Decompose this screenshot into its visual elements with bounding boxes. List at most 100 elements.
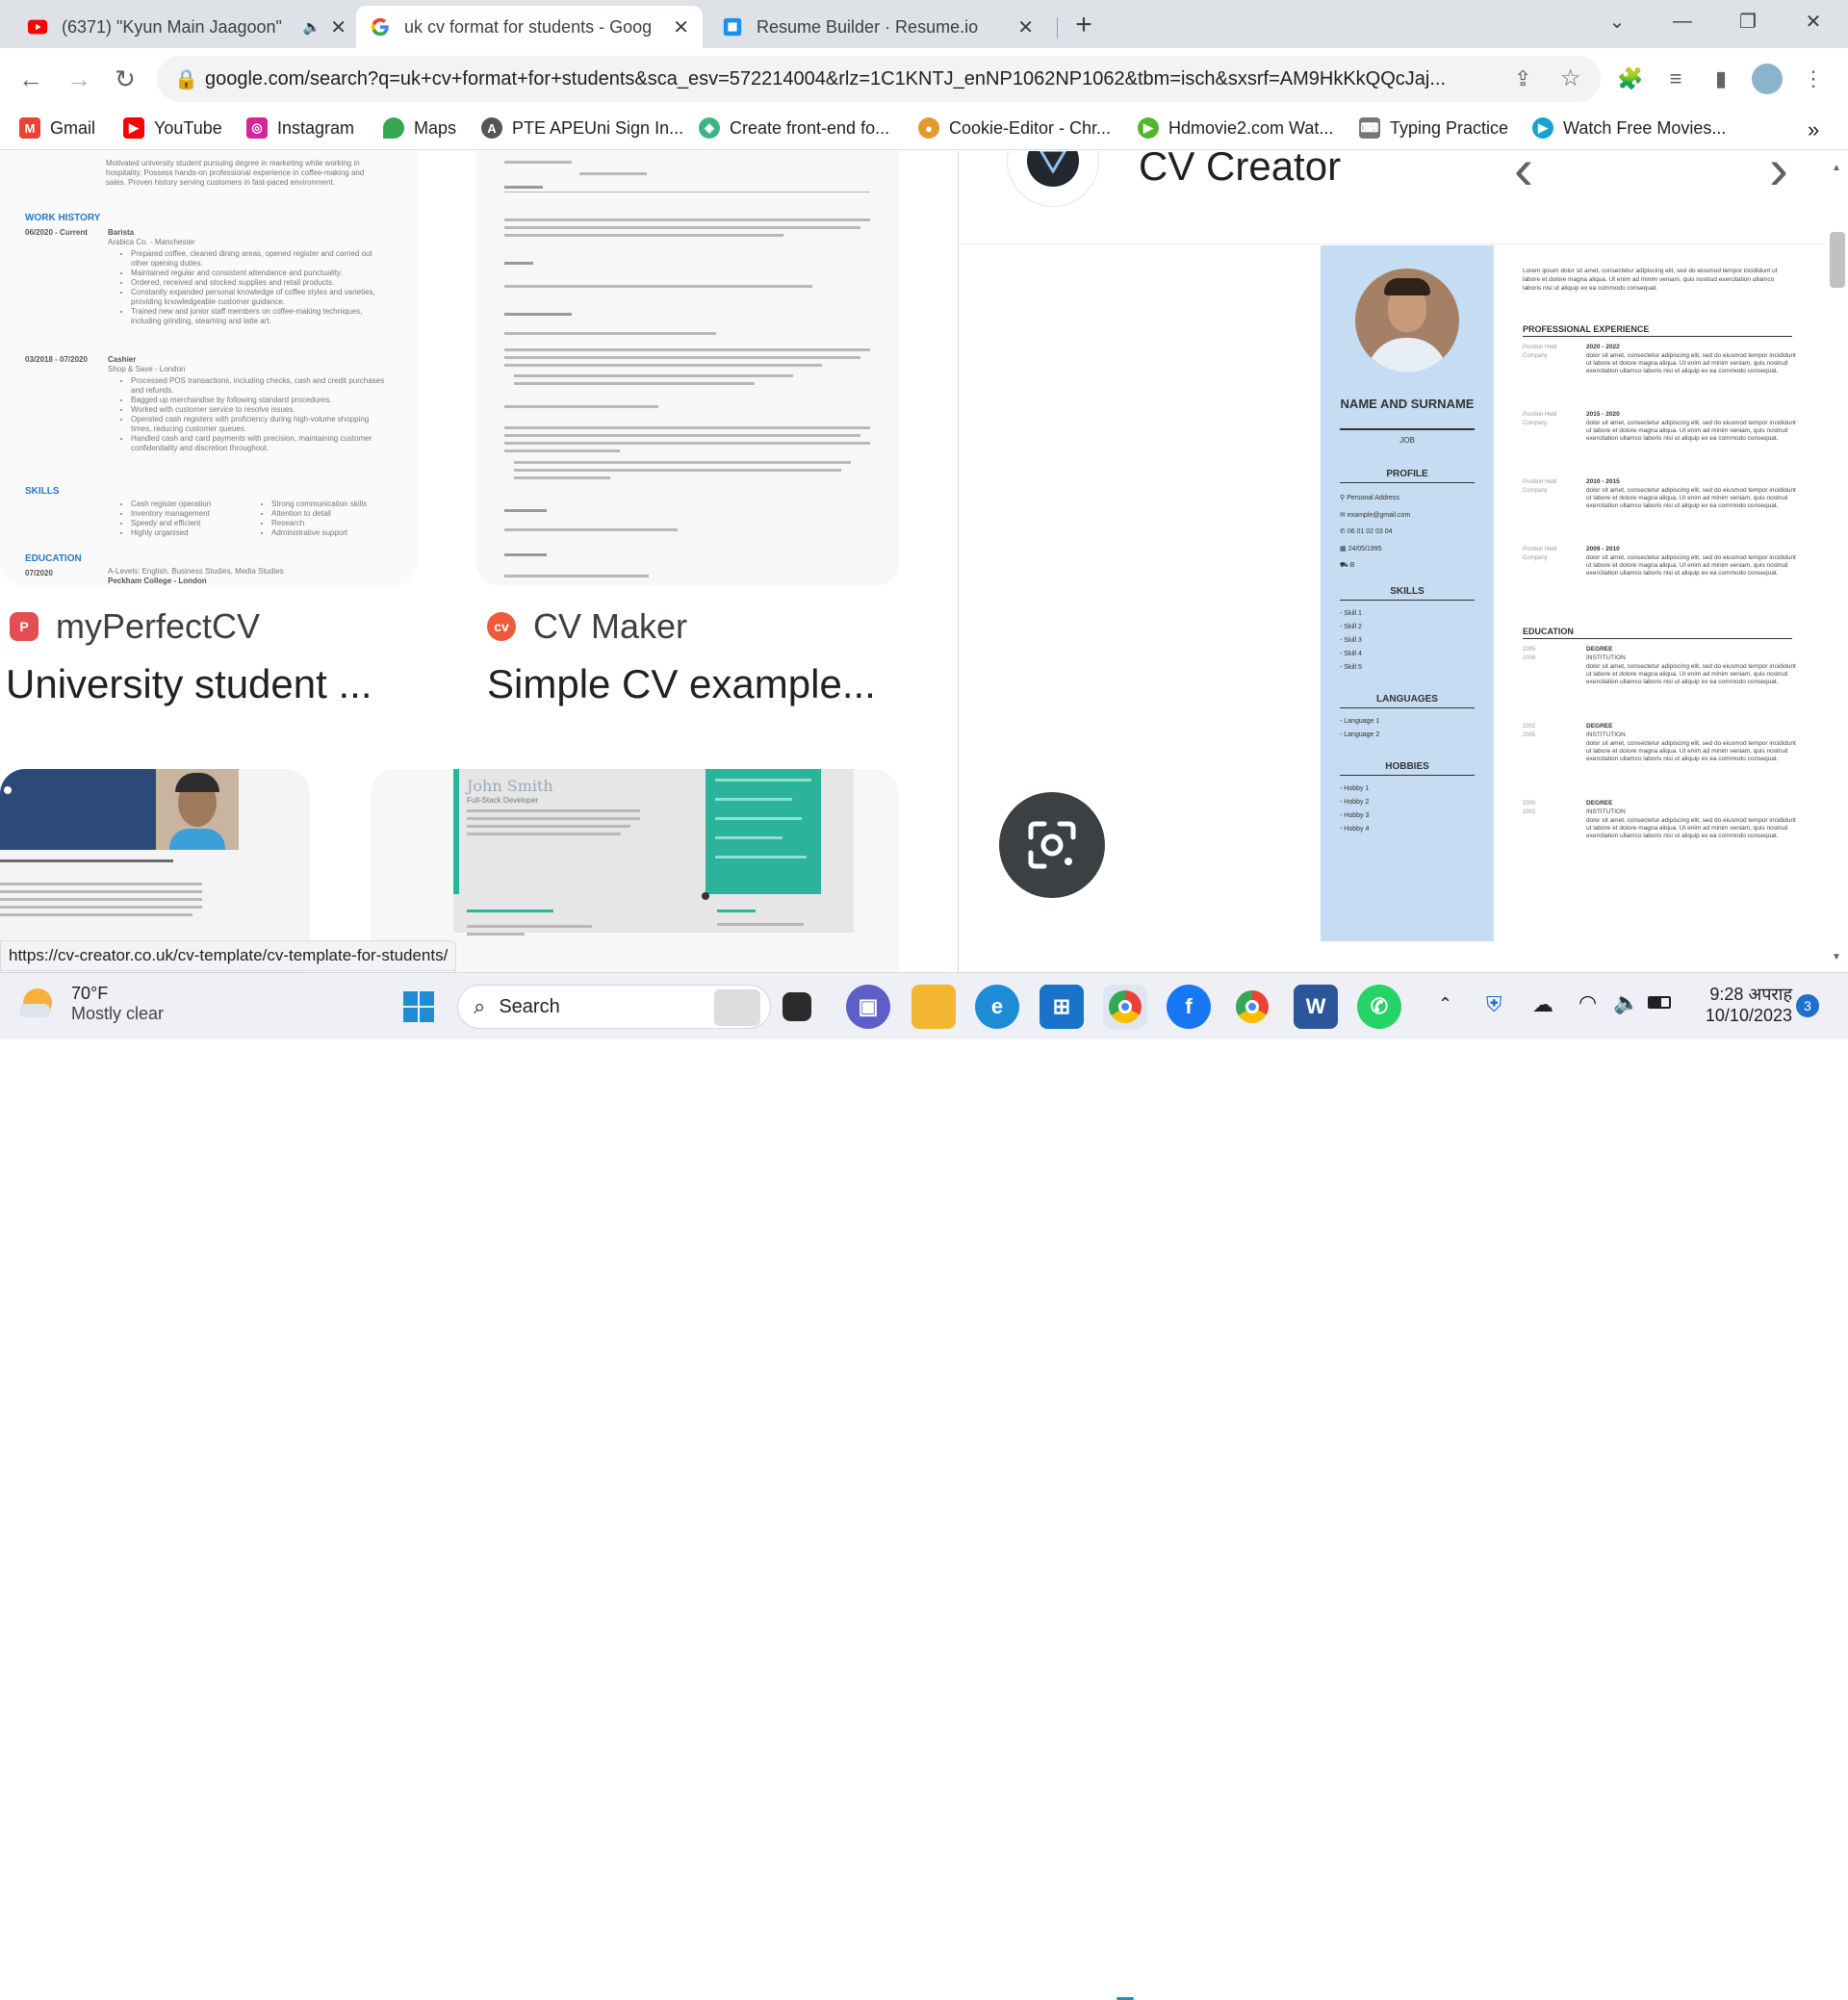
speaker-icon[interactable]: 🔈 (303, 18, 321, 36)
result-title[interactable]: Simple CV example... (487, 661, 876, 707)
scroll-up-arrow[interactable]: ▲ (1832, 163, 1841, 173)
minimize-button[interactable]: — (1654, 0, 1711, 42)
bookmark-frontend[interactable]: ◈ Create front-end fo... (699, 117, 889, 139)
clock-date: 10/10/2023 (1705, 1006, 1792, 1025)
next-image-button[interactable]: › (1769, 151, 1788, 202)
extensions-icon[interactable]: 🧩 (1613, 62, 1648, 96)
reload-button[interactable]: ↻ (106, 60, 144, 98)
bookmark-youtube[interactable]: ▶ YouTube (123, 117, 222, 139)
close-icon[interactable]: ✕ (1017, 15, 1034, 39)
experience-text: dolor sit amet, consectetur adipiscing e… (1586, 420, 1796, 442)
text-line (715, 798, 792, 801)
start-button[interactable] (397, 985, 441, 1029)
hobby-item: - Hobby 1 (1340, 785, 1370, 792)
tab-youtube[interactable]: (6371) "Kyun Main Jaagoon" 🔈 ✕ (13, 6, 360, 48)
teams-chat-icon[interactable]: ▣ (846, 985, 890, 1029)
chrome-active-icon[interactable] (1103, 985, 1147, 1029)
bookmarks-overflow-button[interactable]: » (1808, 117, 1819, 142)
share-icon[interactable]: ⇪ (1514, 66, 1531, 91)
result-thumbnail-myperfectcv[interactable]: Motivated university student pursuing de… (0, 151, 418, 586)
close-icon[interactable]: ✕ (330, 15, 346, 39)
tab-resume-io[interactable]: Resume Builder · Resume.io ✕ (708, 6, 1047, 48)
text-line (504, 285, 812, 288)
taskbar-search[interactable]: ⌕ Search (457, 985, 771, 1029)
store-icon[interactable]: ⊞ (1040, 985, 1084, 1029)
word-icon[interactable]: W (1294, 985, 1338, 1029)
bookmark-gmail[interactable]: M Gmail (19, 117, 95, 139)
hair-shape (1384, 278, 1430, 295)
resume-preview-image[interactable]: NAME AND SURNAME JOB PROFILE ⚲ Personal … (1321, 245, 1832, 941)
result-source-myperfectcv[interactable]: P myPerfectCV (10, 606, 260, 647)
prev-image-button[interactable]: ‹ (1514, 151, 1533, 202)
side-panel-icon[interactable]: ▮ (1704, 62, 1738, 96)
close-icon[interactable]: ✕ (673, 15, 689, 39)
text-line (504, 434, 860, 437)
text-line (0, 913, 192, 916)
bookmark-hdmovie[interactable]: ▶ Hdmovie2.com Wat... (1138, 117, 1333, 139)
contact-text: 24/05/1995 (1348, 545, 1382, 552)
rule (1340, 482, 1475, 483)
menu-icon[interactable]: ⋮ (1796, 62, 1831, 96)
tray-overflow-icon[interactable]: ⌃ (1438, 994, 1452, 1014)
bookmark-star-icon[interactable]: ☆ (1560, 64, 1581, 92)
tab-google[interactable]: uk cv format for students - Goog ✕ (356, 6, 703, 48)
result-thumbnail-cvmaker[interactable] (475, 151, 899, 586)
clock[interactable]: 9:28 अपराह 10/10/2023 (1686, 983, 1792, 1026)
new-tab-button[interactable]: + (1065, 6, 1103, 44)
file-explorer-icon[interactable] (911, 985, 956, 1029)
facebook-icon[interactable]: f (1167, 985, 1211, 1029)
calendar-icon: ▦ (1340, 545, 1348, 552)
weather-widget[interactable]: 70°F Mostly clear (17, 983, 164, 1025)
back-button[interactable]: ← (12, 60, 50, 98)
bookmark-watch-free-movies[interactable]: ▶ Watch Free Movies... (1532, 117, 1726, 139)
cv-skill: Attention to detail (271, 509, 387, 519)
bookmark-cookie-editor[interactable]: ● Cookie-Editor - Chr... (918, 117, 1111, 139)
tab-title: (6371) "Kyun Main Jaagoon" (62, 16, 282, 37)
edge-icon[interactable]: e (975, 985, 1019, 1029)
wifi-icon[interactable]: ◠ (1578, 990, 1597, 1015)
bookmark-instagram[interactable]: ◎ Instagram (246, 117, 354, 139)
experience-date: 2020 - 2022 (1586, 344, 1620, 350)
lock-icon[interactable]: 🔒 (174, 67, 198, 91)
close-window-button[interactable]: ✕ (1784, 0, 1842, 42)
scroll-down-arrow[interactable]: ▼ (1832, 952, 1841, 962)
rule (1340, 600, 1475, 601)
notification-badge[interactable]: 3 (1796, 994, 1819, 1017)
chrome-profile-icon[interactable] (1230, 985, 1274, 1029)
rule (1523, 336, 1792, 337)
battery-icon[interactable] (1648, 996, 1671, 1009)
whatsapp-icon[interactable]: ✆ (1357, 985, 1401, 1029)
languages-list: - Language 1 - Language 2 (1340, 715, 1379, 742)
text-line (467, 933, 525, 936)
onedrive-icon[interactable]: ☁ (1532, 992, 1553, 1017)
restore-button[interactable]: ❐ (1719, 0, 1777, 42)
volume-icon[interactable]: 🔈 (1613, 990, 1639, 1015)
site-logo[interactable] (1007, 151, 1099, 207)
rule (1340, 707, 1475, 708)
site-name[interactable]: CV Creator (1139, 151, 1341, 190)
cv-creator-icon (1027, 151, 1079, 187)
task-view-icon[interactable] (783, 992, 811, 1021)
cv-skills-list: Cash register operation Inventory manage… (131, 500, 246, 538)
cv-sidebar (706, 769, 821, 894)
tab-search-button[interactable]: ⌄ (1588, 0, 1646, 42)
image-preview-panel: CV Creator ‹ › NAME AND SURNAME JOB PROF… (958, 151, 1848, 972)
address-bar[interactable]: 🔒 google.com/search?q=uk+cv+format+for+s… (157, 56, 1601, 102)
bookmark-pte-apeuni[interactable]: A PTE APEUni Sign In... (481, 117, 683, 139)
forward-button[interactable]: → (60, 60, 98, 98)
media-control-icon[interactable]: ≡ (1658, 62, 1693, 96)
language-item: - Language 2 (1340, 731, 1380, 738)
panel-scrollbar[interactable]: ▲ ▼ (1826, 151, 1848, 972)
tab-title: Resume Builder · Resume.io (757, 16, 979, 37)
scrollbar-thumb[interactable] (1830, 232, 1845, 288)
resume-name: NAME AND SURNAME (1340, 397, 1475, 411)
result-source-cvmaker[interactable]: cv CV Maker (487, 606, 687, 647)
security-icon[interactable]: ⛨ (1486, 992, 1502, 1017)
url-text[interactable]: google.com/search?q=uk+cv+format+for+stu… (205, 68, 1500, 90)
bookmark-maps[interactable]: Maps (383, 117, 456, 139)
text-line (715, 779, 811, 782)
profile-avatar[interactable] (1752, 64, 1783, 94)
google-lens-button[interactable] (999, 792, 1105, 898)
bookmark-typing-practice[interactable]: ⌨ Typing Practice (1359, 117, 1508, 139)
result-title[interactable]: University student ... (6, 661, 372, 707)
